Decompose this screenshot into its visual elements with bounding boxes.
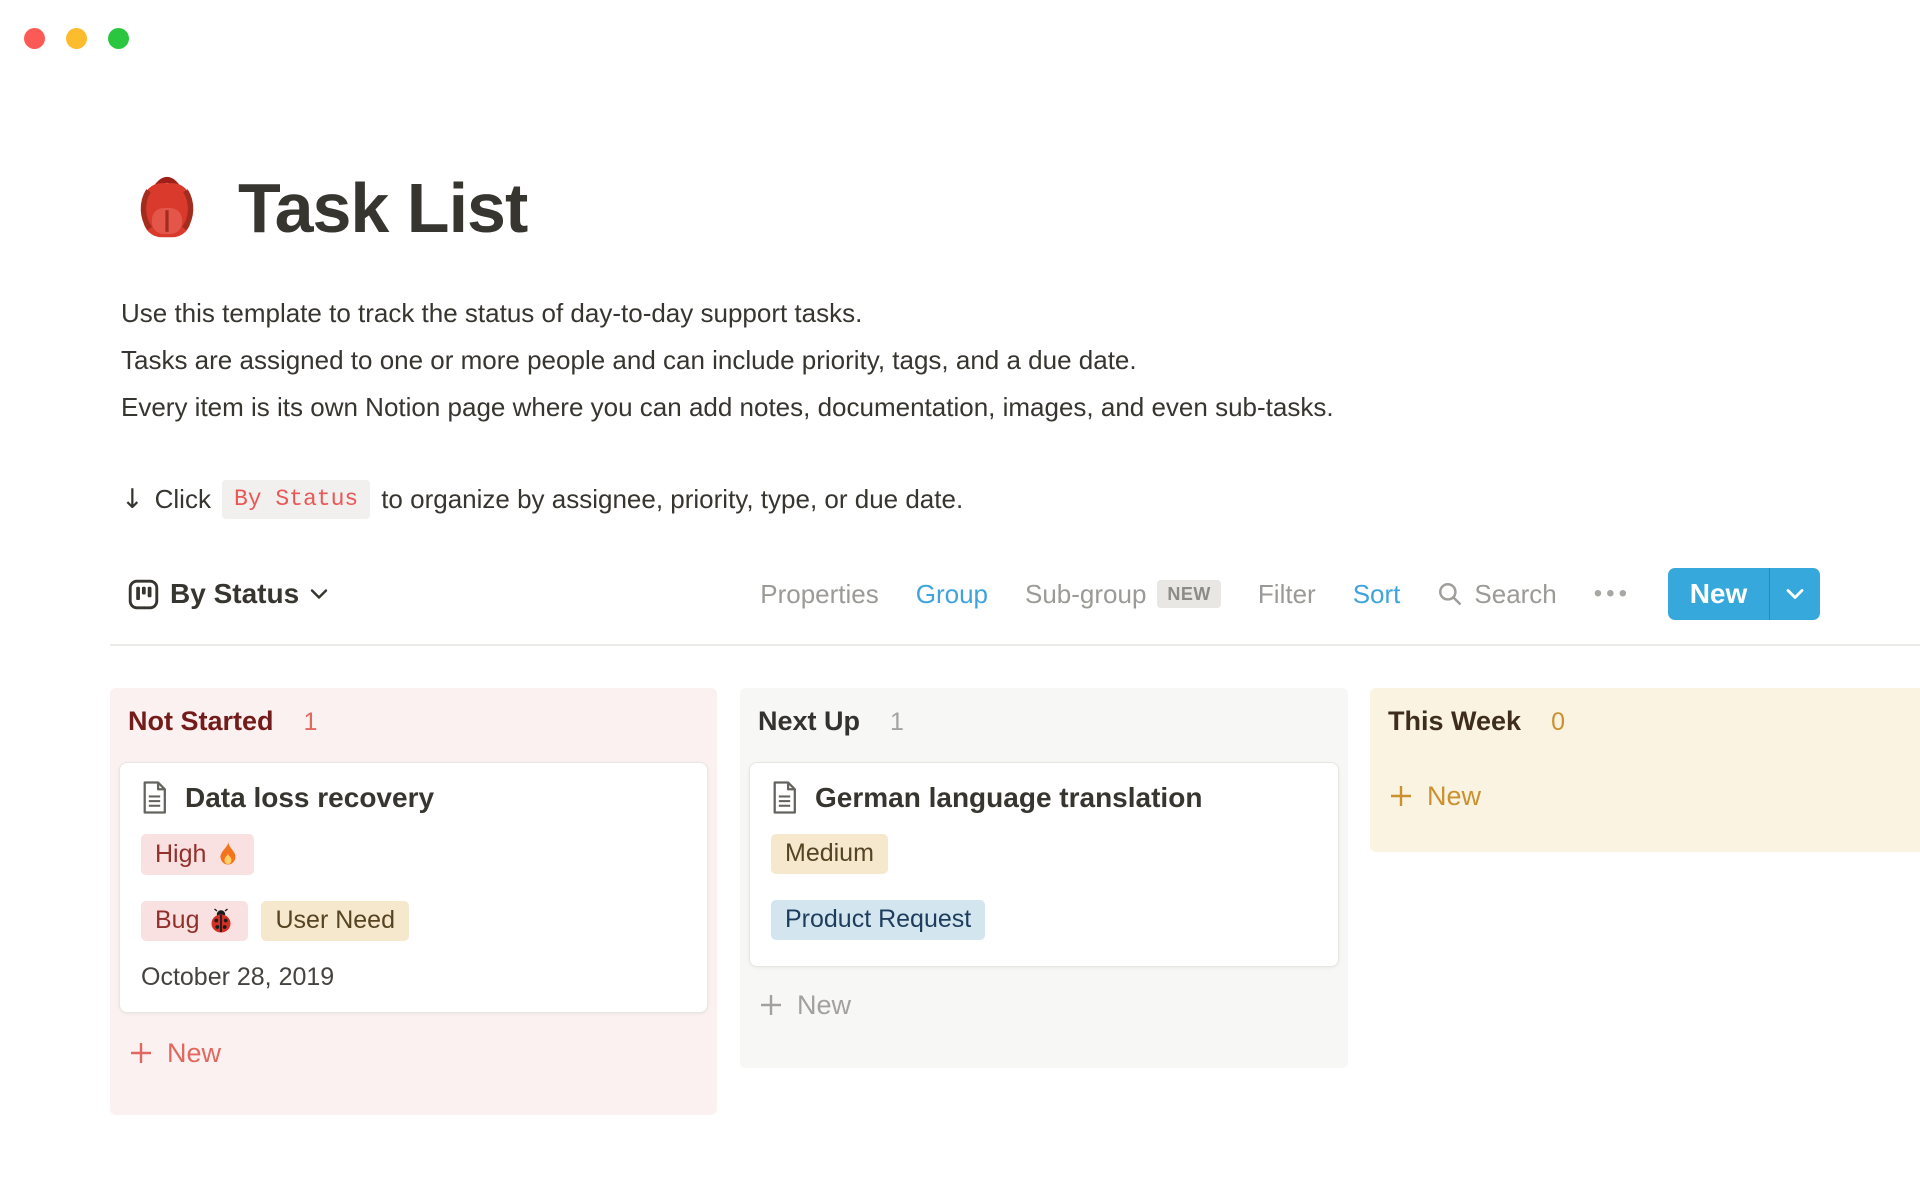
chevron-down-icon	[1786, 588, 1804, 600]
add-card-label: New	[797, 990, 851, 1021]
category-tag: User Need	[261, 901, 409, 941]
view-switcher[interactable]: By Status	[128, 578, 328, 610]
subgroup-label: Sub-group	[1025, 579, 1146, 610]
code-chip: By Status	[222, 480, 370, 519]
add-card-button[interactable]: New	[740, 985, 1348, 1025]
column-header[interactable]: This Week 0	[1370, 706, 1920, 746]
column-name: Not Started	[128, 706, 274, 737]
page-header: Task List	[128, 168, 527, 248]
column-count: 1	[890, 708, 904, 737]
add-card-button[interactable]: New	[110, 1033, 717, 1073]
down-arrow-icon: ↓	[121, 484, 144, 515]
priority-tag: High	[141, 834, 254, 875]
properties-button[interactable]: Properties	[760, 579, 879, 610]
maximize-button[interactable]	[108, 28, 129, 49]
task-card[interactable]: Data loss recovery High Bug	[119, 762, 708, 1013]
column-count: 1	[304, 708, 318, 737]
search-button[interactable]: Search	[1437, 579, 1556, 610]
priority-tag: Medium	[771, 834, 888, 874]
hint-click-label: Click	[155, 484, 211, 515]
column-count: 0	[1551, 708, 1565, 737]
board-view-icon	[128, 579, 159, 610]
plus-icon	[758, 992, 784, 1018]
card-title: Data loss recovery	[185, 782, 434, 814]
window-controls	[24, 28, 129, 49]
new-button-dropdown[interactable]	[1769, 568, 1820, 620]
search-label: Search	[1474, 579, 1556, 610]
minimize-button[interactable]	[66, 28, 87, 49]
backpack-emoji	[128, 169, 206, 247]
search-icon	[1437, 581, 1463, 607]
type-tag: Product Request	[771, 900, 985, 940]
sort-button[interactable]: Sort	[1353, 579, 1401, 610]
column-header[interactable]: Next Up 1	[740, 706, 1348, 746]
task-card[interactable]: German language translation Medium Produ…	[749, 762, 1339, 967]
chevron-down-icon	[310, 588, 328, 600]
page-title: Task List	[238, 168, 527, 248]
filter-button[interactable]: Filter	[1258, 579, 1316, 610]
view-toolbar: By Status Properties Group Sub-group NEW…	[128, 568, 1820, 620]
new-button[interactable]: New	[1668, 568, 1769, 620]
hint-line: ↓ Click By Status to organize by assigne…	[121, 480, 963, 519]
close-button[interactable]	[24, 28, 45, 49]
add-card-label: New	[1427, 781, 1481, 812]
page-doc-icon	[771, 781, 798, 814]
page-doc-icon	[141, 781, 168, 814]
board-column-next-up: Next Up 1 German language translation	[740, 688, 1348, 1068]
due-date: October 28, 2019	[141, 963, 686, 992]
add-card-label: New	[167, 1038, 221, 1069]
description-line: Use this template to track the status of…	[121, 290, 1334, 337]
hint-rest: to organize by assignee, priority, type,…	[381, 484, 963, 515]
toolbar-actions: Properties Group Sub-group NEW Filter So…	[760, 568, 1820, 620]
plus-icon	[128, 1040, 154, 1066]
add-card-button[interactable]: New	[1370, 776, 1920, 816]
column-header[interactable]: Not Started 1	[110, 706, 717, 746]
description-line: Every item is its own Notion page where …	[121, 384, 1334, 431]
subgroup-button[interactable]: Sub-group NEW	[1025, 579, 1221, 610]
description-line: Tasks are assigned to one or more people…	[121, 337, 1334, 384]
card-title: German language translation	[815, 782, 1202, 814]
type-tag: Bug	[141, 901, 248, 941]
ladybug-emoji	[208, 908, 234, 934]
notion-window: Task List Use this template to track the…	[0, 0, 1920, 1200]
plus-icon	[1388, 783, 1414, 809]
fire-emoji	[215, 839, 240, 869]
more-options-button[interactable]: •••	[1594, 580, 1631, 608]
view-name: By Status	[170, 578, 299, 610]
column-name: Next Up	[758, 706, 860, 737]
board-column-not-started: Not Started 1 Data loss recovery	[110, 688, 717, 1115]
group-button[interactable]: Group	[916, 579, 988, 610]
toolbar-divider	[110, 644, 1920, 646]
page-description: Use this template to track the status of…	[121, 290, 1334, 431]
new-feature-badge: NEW	[1157, 580, 1221, 608]
column-name: This Week	[1388, 706, 1521, 737]
new-button-group: New	[1668, 568, 1820, 620]
board-column-this-week: This Week 0 New	[1370, 688, 1920, 852]
